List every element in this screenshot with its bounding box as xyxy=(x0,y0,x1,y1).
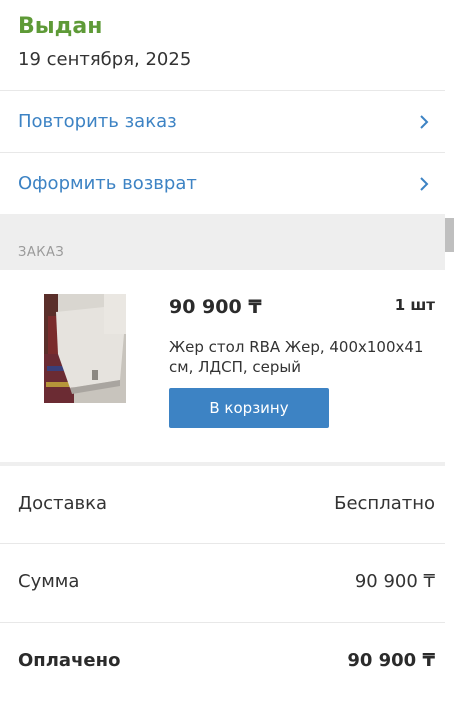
sum-value: 90 900 ₸ xyxy=(354,571,435,592)
item-quantity: 1 шт xyxy=(394,296,435,314)
paid-label: Оплачено xyxy=(18,650,121,671)
product-name[interactable]: Жер стол RBA Жер, 400x100x41 см, ЛДСП, с… xyxy=(169,337,429,377)
section-label: ЗАКАЗ xyxy=(18,245,65,260)
return-order-button[interactable]: Оформить возврат xyxy=(0,153,445,215)
order-date: 19 сентября, 2025 xyxy=(18,49,192,70)
sum-label: Сумма xyxy=(18,571,80,592)
paid-row: Оплачено 90 900 ₸ xyxy=(0,623,445,701)
chevron-right-icon xyxy=(420,177,429,191)
scrollbar[interactable] xyxy=(445,218,454,252)
return-order-label: Оформить возврат xyxy=(18,173,197,194)
add-to-cart-button[interactable]: В корзину xyxy=(169,388,329,428)
chevron-right-icon xyxy=(420,115,429,129)
order-status-header: Выдан 19 сентября, 2025 xyxy=(0,0,445,90)
order-item: 90 900 ₸ 1 шт Жер стол RBA Жер, 400x100x… xyxy=(0,270,445,462)
delivery-label: Доставка xyxy=(18,493,107,514)
delivery-row: Доставка Бесплатно xyxy=(0,466,445,544)
product-image[interactable] xyxy=(44,294,126,403)
delivery-value: Бесплатно xyxy=(334,493,435,514)
sum-row: Сумма 90 900 ₸ xyxy=(0,544,445,622)
repeat-order-button[interactable]: Повторить заказ xyxy=(0,91,445,153)
order-section-header: ЗАКАЗ xyxy=(0,214,445,270)
item-price: 90 900 ₸ xyxy=(169,296,262,318)
order-status: Выдан xyxy=(18,14,103,39)
paid-value: 90 900 ₸ xyxy=(347,650,435,671)
repeat-order-label: Повторить заказ xyxy=(18,111,177,132)
